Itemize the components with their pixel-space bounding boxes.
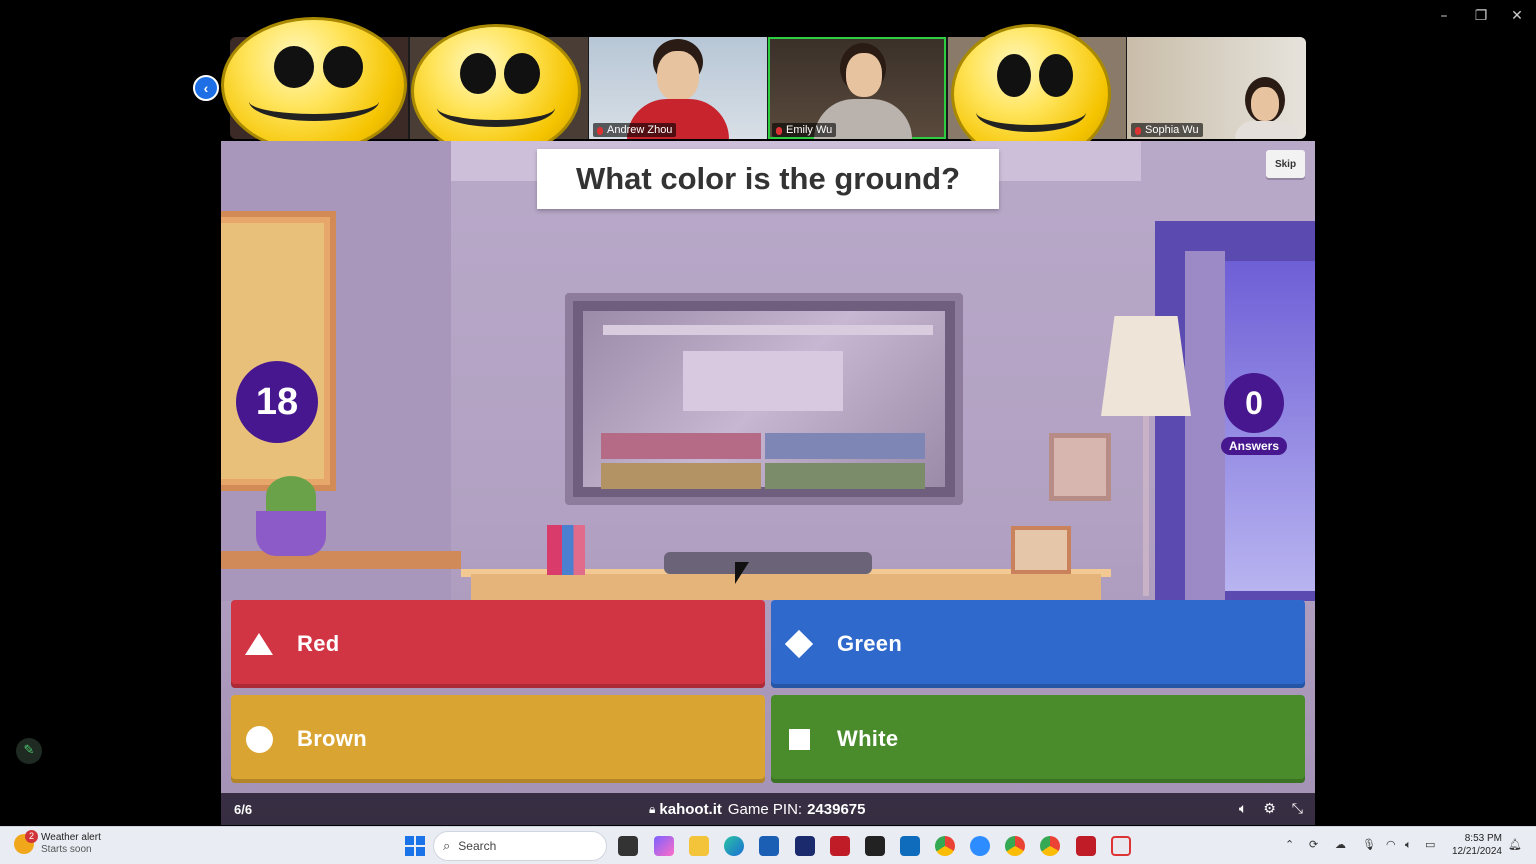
zoom-icon[interactable] bbox=[970, 836, 990, 856]
bell-icon[interactable]: 🔔︎ bbox=[1508, 838, 1522, 851]
taskbar-search[interactable]: ⌕ Search bbox=[433, 831, 607, 861]
circle-icon bbox=[245, 725, 273, 753]
diamond-icon bbox=[784, 629, 814, 659]
wifi-icon[interactable]: ◠ bbox=[1386, 838, 1396, 851]
dropbox-icon[interactable] bbox=[865, 836, 885, 856]
clock[interactable]: 8:53 PM 12/21/2024 bbox=[1450, 832, 1502, 858]
question-progress: 6/6 bbox=[234, 801, 253, 817]
volume-icon[interactable]: 🔈︎ bbox=[1239, 801, 1247, 817]
mcafee-icon[interactable] bbox=[1076, 836, 1096, 856]
edge-icon[interactable] bbox=[724, 836, 744, 856]
question-title: What color is the ground? bbox=[537, 149, 999, 209]
participant-name: Sophia Wu bbox=[1131, 123, 1203, 137]
chevron-left-icon[interactable]: ‹ bbox=[193, 75, 219, 101]
tv-illustration bbox=[565, 293, 963, 505]
pin-label: Game PIN: bbox=[727, 800, 803, 818]
plant-pot bbox=[256, 511, 326, 556]
participant-tile-sophia[interactable]: Sophia Wu bbox=[1127, 37, 1306, 139]
windows-start-icon[interactable] bbox=[405, 836, 425, 856]
chevron-up-icon[interactable]: ⌃ bbox=[1285, 838, 1294, 851]
countdown-timer: 18 bbox=[236, 361, 318, 443]
microphone-icon[interactable]: 🎙︎ bbox=[1362, 838, 1376, 851]
minimize-button[interactable]: – bbox=[1429, 6, 1459, 26]
answer-label: White bbox=[837, 726, 899, 751]
taskbar: 2 Weather alert Starts soon ⌕ Search ⌃ ⟳… bbox=[0, 826, 1536, 864]
snipping-tool-icon[interactable] bbox=[1111, 836, 1131, 856]
participant-name: Emily Wu bbox=[772, 123, 837, 137]
chrome-icon[interactable] bbox=[1005, 836, 1025, 856]
participant-name: Andrew Zhou bbox=[593, 123, 677, 137]
annotate-pencil-icon[interactable]: ✎ bbox=[16, 738, 42, 764]
tv-stand bbox=[471, 574, 1101, 600]
curtain bbox=[1185, 251, 1225, 611]
sync-icon[interactable]: ⟳ bbox=[1309, 838, 1318, 851]
restore-button[interactable]: ❐ bbox=[1466, 6, 1496, 26]
cloud-icon[interactable]: ☁ bbox=[1335, 838, 1346, 851]
kahoot-footer: 6/6 🔒︎ kahoot.it Game PIN: 2439675 🔈︎ ⚙ … bbox=[221, 793, 1315, 825]
plant bbox=[266, 476, 316, 516]
exit-fullscreen-icon[interactable]: ⤡ bbox=[1292, 801, 1303, 817]
answers-count: 0 bbox=[1224, 373, 1284, 433]
answer-option-green[interactable]: Green bbox=[771, 600, 1305, 688]
weather-subtitle: Starts soon bbox=[41, 844, 92, 855]
lamp bbox=[1101, 316, 1191, 416]
battery-icon[interactable]: ▭ bbox=[1425, 838, 1435, 851]
file-explorer-icon[interactable] bbox=[689, 836, 709, 856]
answer-option-red[interactable]: Red bbox=[231, 600, 765, 688]
answer-option-brown[interactable]: Brown bbox=[231, 695, 765, 783]
clock-time: 8:53 PM bbox=[1464, 833, 1502, 844]
participant-tile-andrew[interactable]: Andrew Zhou bbox=[589, 37, 767, 139]
speaker bbox=[664, 552, 872, 574]
chrome-icon[interactable] bbox=[935, 836, 955, 856]
screen: – ❐ ✕ Andrew Zhou Emily Wu Sophia Wu ‹ W… bbox=[0, 0, 1536, 864]
weather-title: Weather alert bbox=[41, 832, 101, 843]
picture-frame bbox=[221, 211, 336, 491]
copilot-icon[interactable] bbox=[654, 836, 674, 856]
answer-label: Green bbox=[837, 631, 903, 656]
site-name: kahoot.it bbox=[659, 800, 722, 818]
game-pin: 🔒︎ kahoot.it Game PIN: 2439675 bbox=[649, 801, 865, 818]
task-view-icon[interactable] bbox=[618, 836, 638, 856]
pin-value: 2439675 bbox=[807, 800, 866, 818]
store-icon[interactable] bbox=[759, 836, 779, 856]
volume-icon[interactable]: 🔈︎ bbox=[1405, 838, 1412, 852]
smiley-icon bbox=[221, 17, 407, 153]
kahoot-stage: What color is the ground? Skip 18 0 Answ… bbox=[221, 141, 1315, 825]
weather-alert-icon: 2 bbox=[14, 830, 38, 854]
answer-label: Brown bbox=[297, 726, 367, 751]
lamp-pole bbox=[1143, 416, 1149, 596]
photo-frame bbox=[1011, 526, 1071, 574]
lock-icon: 🔒︎ bbox=[649, 801, 656, 816]
triangle-icon bbox=[245, 630, 273, 658]
square-icon bbox=[785, 725, 813, 753]
weather-widget[interactable]: 2 Weather alert Starts soon bbox=[14, 830, 101, 856]
mcafee-icon[interactable] bbox=[830, 836, 850, 856]
books bbox=[547, 525, 585, 575]
answer-option-white[interactable]: White bbox=[771, 695, 1305, 783]
search-placeholder: Search bbox=[458, 839, 497, 853]
answer-label: Red bbox=[297, 631, 340, 656]
gear-icon[interactable]: ⚙ bbox=[1263, 801, 1276, 817]
chrome-icon[interactable] bbox=[1040, 836, 1060, 856]
close-button[interactable]: ✕ bbox=[1502, 6, 1532, 26]
outlook-icon[interactable] bbox=[900, 836, 920, 856]
search-icon: ⌕ bbox=[443, 838, 451, 854]
smiley-icon bbox=[411, 24, 581, 158]
skip-button[interactable]: Skip bbox=[1266, 150, 1305, 178]
l-app-icon[interactable] bbox=[795, 836, 815, 856]
mouse-cursor-icon bbox=[735, 562, 749, 584]
clock-date: 12/21/2024 bbox=[1451, 846, 1502, 857]
answers-label: Answers bbox=[1221, 437, 1287, 455]
wall-shelf bbox=[221, 551, 461, 569]
participant-tile-emily[interactable]: Emily Wu bbox=[768, 37, 946, 139]
picture-frame bbox=[1049, 433, 1111, 501]
notification-badge: 2 bbox=[25, 830, 38, 843]
